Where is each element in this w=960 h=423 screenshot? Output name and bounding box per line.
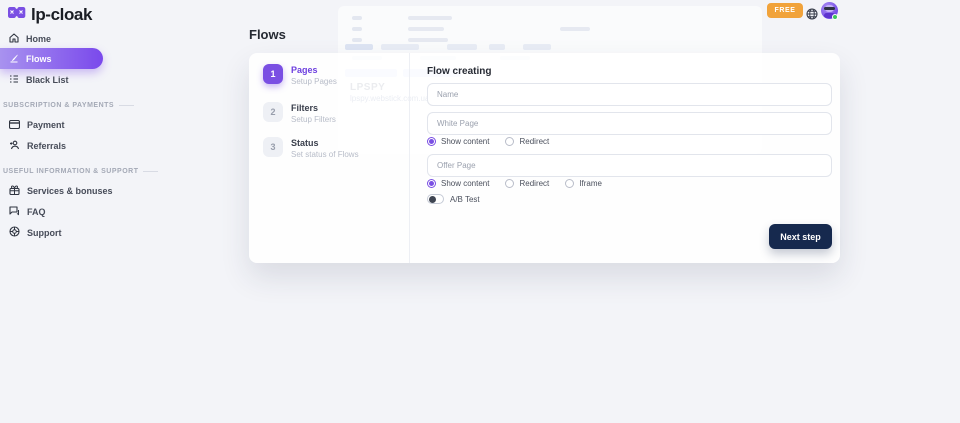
referrals-icon	[9, 137, 20, 155]
radio-icon	[565, 179, 574, 188]
brand-name: lp-cloak	[31, 5, 92, 25]
gift-icon	[9, 182, 20, 200]
sidebar-item-home[interactable]: Home	[0, 31, 51, 47]
section-divider	[143, 171, 158, 172]
radio-icon	[427, 137, 436, 146]
radio-redirect[interactable]: Redirect	[505, 137, 549, 146]
sidebar-item-payment[interactable]: Payment	[0, 117, 65, 133]
step-subtitle: Setup Pages	[291, 77, 337, 86]
step-pages[interactable]: 1 Pages Setup Pages	[263, 64, 337, 86]
white-page-radio-group: Show content Redirect	[427, 137, 549, 146]
flows-icon	[9, 50, 19, 68]
toggle-knob	[429, 196, 436, 203]
page-title: Flows	[249, 27, 286, 42]
sidebar-item-label: Support	[27, 228, 62, 238]
sidebar-item-services-bonuses[interactable]: Services & bonuses	[0, 183, 113, 199]
plan-badge-button[interactable]: FREE	[767, 3, 803, 18]
step-number-badge: 1	[263, 64, 283, 84]
radio-iframe[interactable]: Iframe	[565, 179, 602, 188]
avatar-goggles	[824, 7, 835, 10]
home-icon	[9, 30, 19, 48]
sidebar-item-black-list[interactable]: Black List	[0, 72, 69, 88]
step-title: Filters	[291, 102, 336, 113]
radio-icon	[505, 137, 514, 146]
modal-divider	[409, 53, 410, 263]
brand-logo[interactable]: lp-cloak	[7, 5, 92, 25]
blacklist-icon	[9, 71, 19, 89]
lifebuoy-icon	[9, 224, 20, 242]
sidebar-item-label: Referrals	[27, 141, 66, 151]
sidebar-item-label: Flows	[26, 54, 52, 64]
ab-test-toggle-row[interactable]: A/B Test	[427, 194, 480, 204]
sidebar: lp-cloak Home Flows Black List SUBSCRIPT…	[0, 0, 200, 423]
sidebar-section-header: SUBSCRIPTION & PAYMENTS	[3, 102, 134, 109]
step-title: Pages	[291, 64, 337, 75]
online-status-dot	[832, 14, 838, 20]
radio-icon	[427, 179, 436, 188]
sidebar-item-label: Black List	[26, 75, 69, 85]
radio-show-content[interactable]: Show content	[427, 179, 489, 188]
step-number-badge: 2	[263, 102, 283, 122]
chat-icon	[9, 203, 20, 221]
step-status[interactable]: 3 Status Set status of Flows	[263, 137, 359, 159]
sidebar-item-support[interactable]: Support	[0, 225, 62, 241]
step-filters[interactable]: 2 Filters Setup Filters	[263, 102, 336, 124]
radio-redirect[interactable]: Redirect	[505, 179, 549, 188]
toggle-switch[interactable]	[427, 194, 444, 204]
sidebar-item-flows[interactable]: Flows	[0, 48, 103, 69]
globe-icon[interactable]	[806, 7, 818, 19]
step-subtitle: Setup Filters	[291, 115, 336, 124]
sidebar-item-label: FAQ	[27, 207, 46, 217]
radio-show-content[interactable]: Show content	[427, 137, 489, 146]
flow-creating-modal: 1 Pages Setup Pages 2 Filters Setup Filt…	[249, 53, 840, 263]
ab-test-label: A/B Test	[450, 195, 480, 204]
step-title: Status	[291, 137, 359, 148]
offer-page-input[interactable]	[427, 154, 832, 177]
payment-icon	[9, 116, 20, 134]
offer-page-radio-group: Show content Redirect Iframe	[427, 179, 602, 188]
sidebar-item-label: Services & bonuses	[27, 186, 113, 196]
radio-icon	[505, 179, 514, 188]
section-divider	[119, 105, 134, 106]
next-step-button[interactable]: Next step	[769, 224, 832, 249]
sidebar-item-referrals[interactable]: Referrals	[0, 138, 66, 154]
sidebar-section-header: USEFUL INFORMATION & SUPPORT	[3, 168, 158, 175]
step-number-badge: 3	[263, 137, 283, 157]
modal-title: Flow creating	[427, 66, 491, 77]
step-subtitle: Set status of Flows	[291, 150, 359, 159]
mask-icon	[7, 6, 26, 24]
sidebar-item-label: Payment	[27, 120, 65, 130]
user-avatar[interactable]	[821, 2, 838, 19]
sidebar-item-faq[interactable]: FAQ	[0, 204, 46, 220]
name-input[interactable]	[427, 83, 832, 106]
sidebar-item-label: Home	[26, 34, 51, 44]
white-page-input[interactable]	[427, 112, 832, 135]
